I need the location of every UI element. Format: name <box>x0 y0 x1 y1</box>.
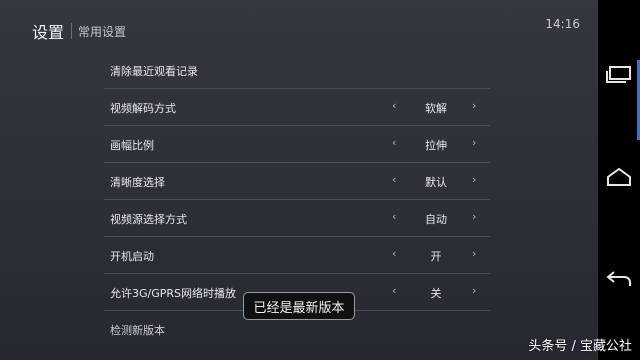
setting-row-source-mode[interactable]: 视频源选择方式 ‹ 自动 › <box>104 200 490 237</box>
setting-value: 拉伸 <box>425 139 447 152</box>
setting-row-decode-mode[interactable]: 视频解码方式 ‹ 软解 › <box>104 89 490 126</box>
setting-label: 清除最近观看记录 <box>110 65 198 78</box>
setting-label: 检测新版本 <box>110 324 165 337</box>
setting-label: 开机启动 <box>110 250 154 263</box>
chevron-right-icon[interactable]: › <box>472 99 476 112</box>
settings-screen: 设置 常用设置 14:16 清除最近观看记录 视频解码方式 ‹ 软解 › 画幅比… <box>0 0 598 360</box>
setting-label: 清晰度选择 <box>110 176 165 189</box>
chevron-left-icon[interactable]: ‹ <box>392 99 396 112</box>
setting-row-resolution[interactable]: 清晰度选择 ‹ 默认 › <box>104 163 490 200</box>
setting-value: 默认 <box>425 176 447 189</box>
chevron-left-icon[interactable]: ‹ <box>392 247 396 260</box>
setting-label: 画幅比例 <box>110 139 154 152</box>
system-nav-bar <box>598 0 640 360</box>
chevron-left-icon[interactable]: ‹ <box>392 284 396 297</box>
back-icon[interactable] <box>598 266 640 302</box>
toast-message: 已经是最新版本 <box>243 292 355 320</box>
chevron-right-icon[interactable]: › <box>472 173 476 186</box>
chevron-left-icon[interactable]: ‹ <box>392 210 396 223</box>
chevron-right-icon[interactable]: › <box>472 284 476 297</box>
page-subtitle: 常用设置 <box>78 24 127 39</box>
setting-row-aspect-ratio[interactable]: 画幅比例 ‹ 拉伸 › <box>104 126 490 163</box>
setting-row-clear-history[interactable]: 清除最近观看记录 <box>104 52 490 89</box>
chevron-left-icon[interactable]: ‹ <box>392 173 396 186</box>
status-clock: 14:16 <box>545 17 580 31</box>
chevron-right-icon[interactable]: › <box>472 247 476 260</box>
setting-value: 软解 <box>425 102 447 115</box>
home-icon[interactable] <box>598 166 640 202</box>
page-header: 设置 常用设置 <box>32 19 126 43</box>
page-title: 设置 <box>32 23 65 42</box>
setting-row-autostart[interactable]: 开机启动 ‹ 开 › <box>104 237 490 274</box>
setting-label: 视频源选择方式 <box>110 213 187 226</box>
setting-value: 关 <box>430 287 442 300</box>
header-divider <box>71 23 73 39</box>
recent-apps-icon[interactable] <box>598 62 640 98</box>
setting-value: 自动 <box>425 213 447 226</box>
chevron-right-icon[interactable]: › <box>472 136 476 149</box>
watermark-text: 头条号 / 宝藏公社 <box>528 339 632 354</box>
chevron-left-icon[interactable]: ‹ <box>392 136 396 149</box>
setting-label: 视频解码方式 <box>110 102 176 115</box>
chevron-right-icon[interactable]: › <box>472 210 476 223</box>
setting-label: 允许3G/GPRS网络时播放 <box>110 287 237 300</box>
setting-value: 开 <box>430 250 442 263</box>
